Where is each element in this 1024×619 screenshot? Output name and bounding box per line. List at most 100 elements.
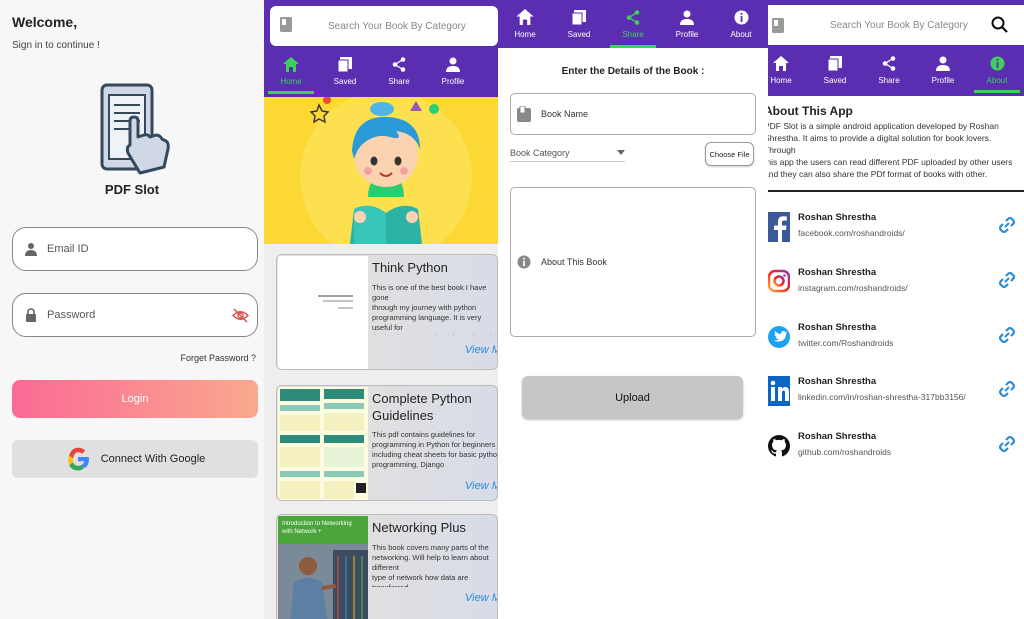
tab-profile-label: Profile (675, 29, 699, 39)
tab-share-label: Share (878, 76, 900, 85)
book-card[interactable]: Think Python This is one of the best boo… (276, 254, 498, 370)
profile-icon (446, 57, 460, 77)
book-card[interactable]: Introduction to Networking with Network … (276, 514, 498, 619)
share-icon (882, 56, 896, 76)
tab-about[interactable]: About (714, 0, 768, 48)
book-cover-image (278, 387, 368, 500)
search-icon[interactable] (991, 16, 1008, 33)
facebook-icon (768, 212, 790, 242)
tab-profile-label: Profile (931, 76, 955, 85)
book-title: Think Python (372, 260, 448, 275)
divider (768, 190, 1024, 192)
about-book-field[interactable]: About This Book (510, 187, 756, 337)
tab-saved-label: Saved (567, 29, 591, 39)
linkedin-icon (768, 376, 790, 406)
login-button[interactable]: Login (12, 380, 258, 418)
tab-saved[interactable]: Saved (552, 0, 606, 48)
info-icon (734, 10, 749, 30)
social-url: linkedin.com/in/roshan-shrestha-317bb315… (798, 392, 966, 402)
search-bar[interactable]: Search Your Book By Category (768, 5, 1024, 45)
book-category-dropdown[interactable]: Book Category (510, 148, 625, 162)
link-icon[interactable] (998, 271, 1016, 294)
google-icon (65, 446, 91, 472)
about-title: About This App (768, 104, 853, 118)
person-icon (23, 241, 39, 257)
email-placeholder: Email ID (47, 243, 89, 255)
social-item[interactable]: Roshan Shrestha instagram.com/roshandroi… (768, 263, 1024, 309)
app-name: PDF Slot (104, 182, 160, 197)
top-app-bar: Home Saved Share Profile About (498, 0, 768, 48)
view-more-link[interactable]: View More (465, 480, 497, 492)
social-item[interactable]: Roshan Shrestha github.com/roshandroids (768, 427, 1024, 473)
google-connect-button[interactable]: Connect With Google (12, 440, 258, 478)
top-app-bar: Search Your Book By Category Home Saved … (768, 0, 1024, 96)
tab-share-label: Share (622, 29, 644, 39)
search-bar[interactable]: Search Your Book By Category (270, 6, 498, 46)
password-field[interactable]: Password (12, 293, 258, 337)
bottom-nav: Home Saved Share Profile (264, 48, 498, 94)
lock-icon (23, 307, 39, 323)
book-name-placeholder: Book Name (541, 109, 589, 119)
forgot-password-link[interactable]: Forget Password ? (180, 353, 256, 363)
book-description: This is one of the best book I have gone… (372, 283, 494, 335)
bottom-nav: Home Saved Share Profile About (768, 48, 1024, 93)
link-icon[interactable] (998, 216, 1016, 239)
social-item[interactable]: Roshan Shrestha facebook.com/roshandroid… (768, 208, 1024, 254)
book-cover-image (278, 256, 368, 369)
link-icon[interactable] (998, 326, 1016, 349)
book-card[interactable]: Complete Python Guidelines This pdf cont… (276, 385, 498, 501)
tab-saved[interactable]: Saved (318, 48, 372, 94)
tab-home[interactable]: Home (768, 48, 794, 93)
social-url: github.com/roshandroids (798, 447, 892, 457)
social-name: Roshan Shrestha (798, 376, 877, 387)
link-icon[interactable] (998, 435, 1016, 458)
tab-share[interactable]: Share (372, 48, 426, 94)
saved-icon (827, 56, 842, 76)
tab-share[interactable]: Share (862, 48, 916, 93)
social-item[interactable]: Roshan Shrestha twitter.com/Roshandroids (768, 318, 1024, 364)
visibility-off-icon[interactable] (231, 307, 250, 327)
choose-file-button[interactable]: Choose File (705, 142, 754, 166)
tab-saved[interactable]: Saved (808, 48, 862, 93)
tab-profile[interactable]: Profile (426, 48, 480, 94)
upload-screen: Home Saved Share Profile About Enter the… (498, 0, 768, 619)
social-item[interactable]: Roshan Shrestha linkedin.com/in/roshan-s… (768, 372, 1024, 418)
view-more-link[interactable]: View More (465, 592, 497, 604)
tab-home[interactable]: Home (264, 48, 318, 94)
social-name: Roshan Shrestha (798, 267, 877, 278)
social-name: Roshan Shrestha (798, 431, 877, 442)
book-icon (517, 106, 531, 122)
book-icon (772, 17, 784, 33)
tab-home[interactable]: Home (498, 0, 552, 48)
tab-profile[interactable]: Profile (660, 0, 714, 48)
book-icon (280, 17, 292, 35)
twitter-icon (768, 322, 790, 352)
profile-icon (680, 10, 694, 30)
github-icon (768, 431, 790, 461)
saved-icon (337, 56, 352, 77)
info-icon (517, 255, 531, 269)
tab-about[interactable]: About (970, 48, 1024, 93)
tab-saved-label: Saved (823, 76, 847, 85)
email-field[interactable]: Email ID (12, 227, 258, 271)
saved-icon (571, 9, 586, 30)
welcome-heading: Welcome, (12, 14, 78, 30)
tab-profile[interactable]: Profile (916, 48, 970, 93)
home-icon (773, 56, 789, 76)
book-cover-image: Introduction to Networking with Network … (278, 516, 368, 619)
chevron-down-icon (617, 150, 625, 155)
book-title: Networking Plus (372, 520, 466, 535)
upload-button[interactable]: Upload (522, 376, 743, 419)
search-placeholder: Search Your Book By Category (328, 20, 466, 32)
tab-share[interactable]: Share (606, 0, 660, 48)
tab-home-label: Home (514, 30, 536, 39)
bottom-nav: Home Saved Share Profile About (498, 0, 768, 48)
link-icon[interactable] (998, 380, 1016, 403)
tab-home-label: Home (280, 76, 302, 86)
about-book-placeholder: About This Book (541, 257, 607, 267)
view-more-link[interactable]: View More (465, 344, 497, 356)
book-description: This book covers many parts of the netwo… (372, 543, 489, 587)
top-app-bar: Search Your Book By Category Home Saved … (264, 0, 498, 97)
book-name-field[interactable]: Book Name (510, 93, 756, 135)
home-icon (516, 9, 534, 30)
